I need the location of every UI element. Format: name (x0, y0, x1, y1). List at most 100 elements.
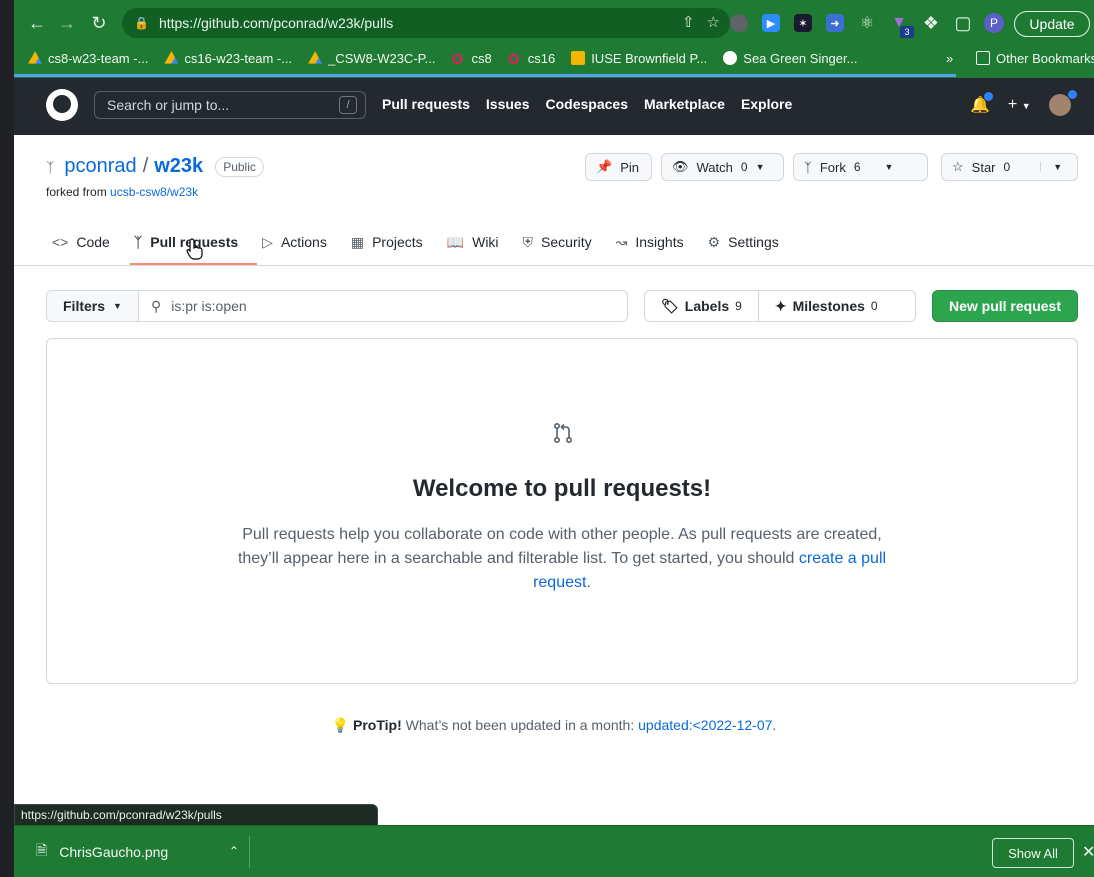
blankslate: Welcome to pull requests! Pull requests … (46, 338, 1078, 684)
chrome-update-button[interactable]: Update (1014, 11, 1090, 37)
back-icon[interactable]: ← (26, 12, 48, 34)
issue-search-input[interactable]: ⚲ is:pr is:open (139, 298, 247, 315)
milestones-button[interactable]: ✦ Milestones 0 (759, 291, 894, 321)
chevron-down-icon[interactable]: ▼ (1040, 162, 1062, 172)
forked-from-link[interactable]: ucsb-csw8/w23k (110, 185, 198, 199)
star-icon: ☆ (952, 159, 964, 174)
nav-marketplace[interactable]: Marketplace (644, 96, 725, 112)
github-search-input[interactable]: Search or jump to... / (94, 91, 366, 119)
notification-dot (983, 92, 993, 101)
folder-icon (976, 51, 990, 65)
repo-forked-icon: ᛉ (46, 158, 55, 175)
profile-avatar[interactable]: P (984, 13, 1004, 33)
other-bookmarks[interactable]: Other Bookmarks (976, 51, 1094, 66)
new-pull-request-button[interactable]: New pull request (932, 290, 1078, 322)
filter-bar: Filters ▼ ⚲ is:pr is:open (46, 290, 628, 322)
address-url[interactable]: https://github.com/pconrad/w23k/pulls (159, 15, 393, 31)
download-item[interactable]: 🗎 ChrisGaucho.png ⌃ (24, 836, 250, 868)
bookmark-item[interactable]: IUSE Brownfield P... (571, 51, 707, 66)
forked-from-line: forked from ucsb-csw8/w23k (46, 185, 199, 199)
github-header-actions: 🔔 + ▼ (970, 90, 1077, 116)
bookmark-item[interactable]: ✪ cs8 (451, 51, 491, 68)
nav-explore[interactable]: Explore (741, 96, 792, 112)
milestone-icon: ✦ (774, 297, 787, 314)
repo-name-link[interactable]: w23k (154, 155, 203, 178)
chevron-up-icon[interactable]: ⌃ (229, 844, 239, 858)
protip: 💡 ProTip! What’s not been updated in a m… (331, 717, 777, 733)
tab-actions[interactable]: ▷ Actions (250, 229, 339, 255)
download-shelf: 🗎 ChrisGaucho.png ⌃ Show All ✕ (14, 825, 1094, 877)
bookmark-item[interactable]: _CSW8-W23C-P... (308, 51, 435, 66)
bell-icon[interactable]: 🔔 (970, 92, 993, 115)
github-page: ᛉ pconrad / w23k Public forked from ucsb… (14, 135, 1094, 825)
hand-cursor-icon (186, 238, 203, 260)
bookmark-item[interactable]: Sea Green Singer... (723, 51, 857, 66)
nav-issues[interactable]: Issues (486, 96, 530, 112)
bookmark-item[interactable]: cs8-w23-team -... (28, 51, 148, 66)
tab-wiki[interactable]: 📖 Wiki (435, 229, 511, 255)
bookmarks-overflow[interactable]: » (946, 51, 953, 66)
extension-circle-icon[interactable] (730, 14, 748, 32)
tab-settings[interactable]: ⚙ Settings (696, 229, 791, 255)
file-icon: 🗎 (36, 842, 48, 858)
search-shortcut-key: / (339, 96, 357, 114)
watch-button[interactable]: 👁 Watch 0 ▼ (661, 153, 784, 181)
tab-insights[interactable]: ↝ Insights (604, 229, 696, 255)
tab-code[interactable]: <> Code (40, 229, 122, 255)
pin-button[interactable]: 📌 Pin (585, 153, 652, 181)
tabs-divider (14, 265, 1094, 266)
chevron-down-icon: ▼ (755, 162, 765, 172)
watch-count: 0 (740, 160, 748, 174)
address-bar[interactable]: 🔒 https://github.com/pconrad/w23k/pulls … (122, 8, 730, 38)
protip-link[interactable]: updated:<2022-12-07. (638, 717, 776, 733)
pinwheel-extension-icon[interactable]: ✶ (794, 14, 812, 32)
gear-icon: ⚙ (707, 233, 721, 250)
star-button[interactable]: ☆ Star 0 ▼ (941, 153, 1078, 181)
labels-button[interactable]: 🏷 Labels 9 (645, 291, 759, 321)
status-bubble-url: https://github.com/pconrad/w23k/pulls (14, 804, 378, 826)
nav-pull-requests[interactable]: Pull requests (382, 96, 470, 112)
git-pull-request-icon: ᛉ (133, 234, 143, 250)
drive-icon (28, 51, 42, 64)
share-icon[interactable]: ⇧ (682, 13, 695, 31)
desktop-left-strip (0, 0, 14, 877)
eye-icon: 👁 (672, 159, 689, 174)
chevron-down-icon: ▼ (113, 301, 122, 311)
fork-count: 6 (853, 160, 861, 174)
bookmark-item[interactable]: ✪ cs16 (508, 51, 555, 68)
bookmark-item[interactable]: cs16-w23-team -... (164, 51, 292, 66)
arrow-extension-icon[interactable]: ➜ (826, 14, 844, 32)
side-panel-icon[interactable]: ▢ (952, 12, 974, 34)
reload-icon[interactable]: ↻ (88, 12, 110, 34)
download-filename: ChrisGaucho.png (59, 844, 169, 860)
page-load-progress (14, 74, 956, 77)
github-header: Search or jump to... / Pull requests Iss… (14, 78, 1094, 135)
browser-toolbar: ← → ↻ 🔒 https://github.com/pconrad/w23k/… (14, 0, 1094, 44)
puzzle-icon[interactable]: ❖ (920, 12, 942, 34)
tab-security[interactable]: ⛨ Security (511, 229, 604, 255)
react-extension-icon[interactable]: ⚛ (858, 14, 876, 32)
zoom-extension-icon[interactable]: ▶ (762, 14, 780, 32)
tag-icon: 🏷 (661, 297, 679, 314)
labels-count: 9 (735, 299, 742, 313)
lightbulb-icon: 💡 (331, 717, 350, 733)
filters-button[interactable]: Filters ▼ (47, 291, 139, 321)
blankslate-title: Welcome to pull requests! (412, 475, 712, 502)
fork-button[interactable]: ᛉ Fork 6 ▼ (793, 153, 928, 181)
bookmark-star-icon[interactable]: ☆ (707, 13, 720, 31)
lock-icon: 🔒 (134, 16, 149, 30)
create-new-icon[interactable]: + ▼ (1008, 96, 1031, 114)
user-avatar[interactable] (1048, 90, 1077, 116)
show-all-downloads-button[interactable]: Show All (992, 838, 1074, 868)
close-icon[interactable]: ✕ (1082, 842, 1094, 862)
slack-icon: ✪ (451, 51, 464, 67)
tab-projects[interactable]: ▦ Projects (339, 229, 435, 255)
forward-icon[interactable]: → (56, 12, 78, 34)
nav-codespaces[interactable]: Codespaces (546, 96, 628, 112)
repo-owner-link[interactable]: pconrad (64, 155, 136, 178)
labels-milestones-group: 🏷 Labels 9 ✦ Milestones 0 (644, 290, 916, 322)
slides-icon (571, 51, 586, 65)
github-logo-icon[interactable] (46, 89, 78, 121)
fork-icon: ᛉ (804, 159, 812, 175)
browser-chrome: ← → ↻ 🔒 https://github.com/pconrad/w23k/… (14, 0, 1094, 78)
